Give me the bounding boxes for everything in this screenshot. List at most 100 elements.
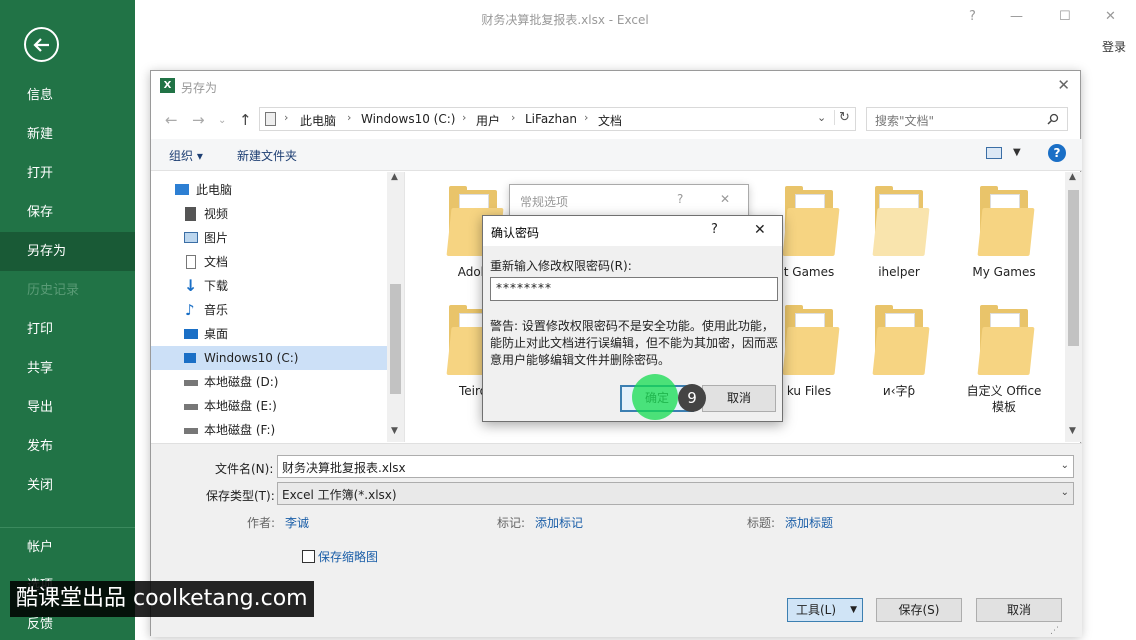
confirm-cancel-button[interactable]: 取消 bbox=[702, 385, 776, 412]
folder-item[interactable]: My Games bbox=[959, 186, 1049, 280]
folder-icon bbox=[976, 305, 1035, 379]
folder-icon bbox=[871, 305, 930, 379]
tree-scrollbar[interactable]: ▲ ▼ bbox=[387, 172, 404, 442]
cancel-button[interactable]: 取消 bbox=[976, 598, 1062, 622]
tree-item-videos[interactable]: 视频 bbox=[151, 202, 387, 226]
tree-item-desktop[interactable]: 桌面 bbox=[151, 322, 387, 346]
tree-item-downloads[interactable]: ↓ 下载 bbox=[151, 274, 387, 298]
tree-item-drive-d[interactable]: 本地磁盘 (D:) bbox=[151, 370, 387, 394]
general-options-title: 常规选项 bbox=[520, 195, 569, 209]
help-icon[interactable]: ? bbox=[677, 192, 683, 206]
file-label: ihelper bbox=[878, 265, 920, 279]
backstage-sidebar: 信息 新建 打开 保存 另存为 历史记录 打印 共享 导出 发布 关闭 帐户 选… bbox=[0, 0, 135, 640]
file-label: My Games bbox=[972, 265, 1036, 279]
nav-print[interactable]: 打印 bbox=[0, 310, 135, 349]
tree-label: 视频 bbox=[204, 207, 229, 221]
tree-item-drive-c[interactable]: Windows10 (C:) bbox=[151, 346, 387, 370]
address-bar[interactable]: › 此电脑 › Windows10 (C:) › 用户 › LiFazhan ›… bbox=[259, 107, 856, 131]
help-icon[interactable]: ? bbox=[711, 222, 718, 237]
tree-label: 音乐 bbox=[204, 303, 229, 317]
author-value[interactable]: 李诚 bbox=[285, 514, 309, 531]
watermark: 酷课堂出品 coolketang.com bbox=[10, 581, 314, 617]
tree-item-drive-f[interactable]: 本地磁盘 (F:) bbox=[151, 418, 387, 442]
dialog-title: 另存为 bbox=[181, 81, 218, 95]
nav-publish[interactable]: 发布 bbox=[0, 427, 135, 466]
breadcrumb-drive[interactable]: Windows10 (C:) bbox=[361, 112, 455, 126]
dialog-close-icon[interactable]: ✕ bbox=[1057, 76, 1070, 94]
close-icon[interactable]: ✕ bbox=[720, 192, 730, 206]
tree-scroll-thumb[interactable] bbox=[390, 284, 401, 394]
search-input[interactable]: 搜索"文档" bbox=[866, 107, 1068, 131]
dialog-toolbar: 组织 ▾ 新建文件夹 ▼ ? bbox=[151, 139, 1082, 171]
filetype-label: 保存类型(T): bbox=[206, 489, 275, 503]
file-list-scroll-thumb[interactable] bbox=[1068, 190, 1079, 346]
tree-item-documents[interactable]: 文档 bbox=[151, 250, 387, 274]
back-button[interactable] bbox=[24, 27, 59, 62]
breadcrumb-user[interactable]: LiFazhan bbox=[525, 112, 577, 126]
nav-export[interactable]: 导出 bbox=[0, 388, 135, 427]
breadcrumb-pc[interactable]: 此电脑 bbox=[300, 112, 336, 129]
file-label: 自定义 Office 模板 bbox=[966, 384, 1042, 414]
tree-label: 桌面 bbox=[204, 327, 229, 341]
windows-drive-icon bbox=[184, 353, 196, 363]
close-icon[interactable]: ✕ bbox=[1105, 9, 1116, 24]
resize-grip-icon[interactable]: ⋰ bbox=[1050, 626, 1059, 636]
back-icon[interactable]: ← bbox=[165, 111, 178, 129]
filename-value: 财务决算批复报表.xlsx bbox=[282, 461, 406, 475]
filetype-select[interactable]: Excel 工作簿(*.xlsx) ⌄ bbox=[277, 482, 1074, 505]
folder-item[interactable]: и‹字ƥ bbox=[854, 305, 944, 399]
warning-text: 警告: 设置修改权限密码不是安全功能。使用此功能，能防止对此文档进行误编辑，但不… bbox=[490, 319, 779, 367]
back-arrow-icon bbox=[33, 38, 49, 52]
nav-save-as[interactable]: 另存为 bbox=[0, 232, 135, 271]
breadcrumb-users[interactable]: 用户 bbox=[476, 112, 500, 129]
nav-close[interactable]: 关闭 bbox=[0, 466, 135, 505]
drive-icon bbox=[184, 428, 198, 434]
filetype-value: Excel 工作簿(*.xlsx) bbox=[282, 488, 397, 502]
drive-icon bbox=[184, 404, 198, 410]
tree-item-music[interactable]: ♪ 音乐 bbox=[151, 298, 387, 322]
nav-open[interactable]: 打开 bbox=[0, 154, 135, 193]
close-icon[interactable]: ✕ bbox=[754, 222, 766, 238]
tree-label: 图片 bbox=[204, 231, 229, 245]
refresh-icon[interactable]: ↻ bbox=[834, 110, 850, 125]
up-icon[interactable]: ↑ bbox=[239, 111, 252, 129]
pc-icon bbox=[265, 112, 276, 126]
folder-icon bbox=[781, 305, 840, 379]
save-thumbnail-label[interactable]: 保存缩略图 bbox=[318, 548, 378, 565]
filename-input[interactable]: 财务决算批复报表.xlsx ⌄ bbox=[277, 455, 1074, 478]
tree-item-drive-e[interactable]: 本地磁盘 (E:) bbox=[151, 394, 387, 418]
help-icon[interactable]: ? bbox=[1048, 144, 1066, 162]
view-dropdown-icon[interactable]: ▼ bbox=[1013, 147, 1021, 158]
chevron-down-icon[interactable]: ⌄ bbox=[1061, 460, 1069, 471]
nav-share[interactable]: 共享 bbox=[0, 349, 135, 388]
new-folder-button[interactable]: 新建文件夹 bbox=[237, 147, 297, 164]
navigation-tree: 此电脑 视频 图片 文档 ↓ 下载 ♪ 音乐 桌面 Windows10 (C:) bbox=[151, 172, 405, 442]
address-row: ← → ⌄ ↑ › 此电脑 › Windows10 (C:) › 用户 › Li… bbox=[151, 107, 1082, 135]
tools-button[interactable]: 工具(L) ▼ bbox=[787, 598, 863, 622]
organize-menu[interactable]: 组织 ▾ bbox=[169, 147, 203, 164]
save-button[interactable]: 保存(S) bbox=[876, 598, 962, 622]
view-icon[interactable] bbox=[986, 147, 1002, 159]
maximize-icon[interactable]: ☐ bbox=[1059, 9, 1071, 24]
tree-item-pictures[interactable]: 图片 bbox=[151, 226, 387, 250]
breadcrumb-documents[interactable]: 文档 bbox=[598, 112, 622, 129]
nav-info[interactable]: 信息 bbox=[0, 76, 135, 115]
tags-input[interactable]: 添加标记 bbox=[535, 514, 583, 531]
nav-save[interactable]: 保存 bbox=[0, 193, 135, 232]
forward-icon[interactable]: → bbox=[192, 111, 205, 129]
history-chevron-icon[interactable]: ⌄ bbox=[218, 115, 226, 126]
nav-new[interactable]: 新建 bbox=[0, 115, 135, 154]
address-dropdown-icon[interactable]: ⌄ bbox=[817, 111, 826, 124]
file-list-scrollbar[interactable]: ▲ ▼ bbox=[1065, 172, 1082, 442]
download-icon: ↓ bbox=[184, 276, 198, 295]
save-thumbnail-checkbox[interactable] bbox=[302, 550, 315, 563]
nav-account[interactable]: 帐户 bbox=[0, 527, 135, 566]
minimize-icon[interactable]: — bbox=[1010, 9, 1023, 24]
tree-item-this-pc[interactable]: 此电脑 bbox=[151, 178, 387, 202]
title-input[interactable]: 添加标题 bbox=[785, 514, 833, 531]
folder-item[interactable]: 自定义 Office 模板 bbox=[959, 305, 1049, 415]
folder-item[interactable]: ihelper bbox=[854, 186, 944, 280]
help-icon[interactable]: ? bbox=[969, 9, 976, 24]
login-link[interactable]: 登录 bbox=[1102, 38, 1126, 55]
password-input[interactable]: ******** bbox=[490, 277, 778, 301]
